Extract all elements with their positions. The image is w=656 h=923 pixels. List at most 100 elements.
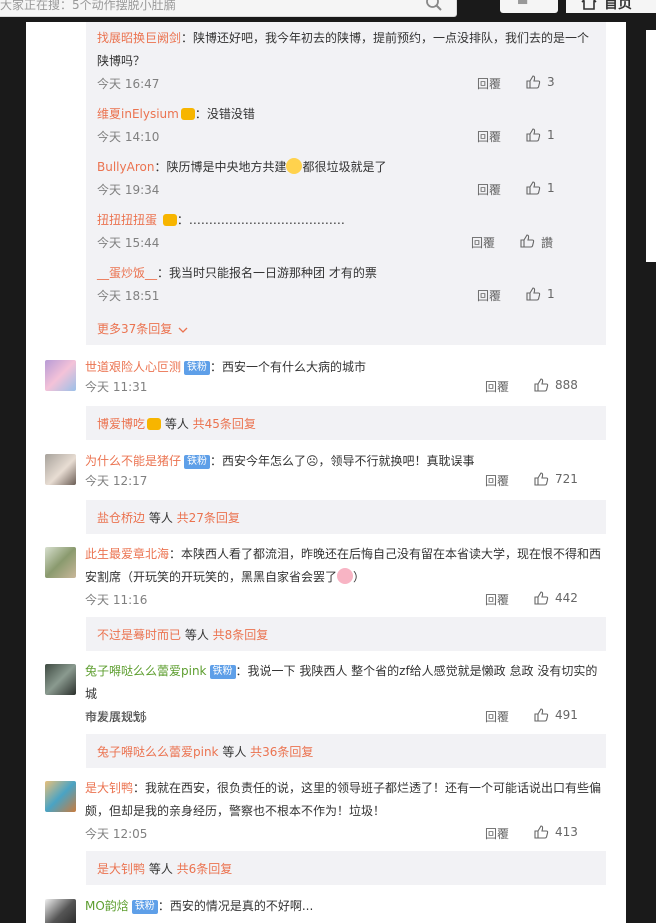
avatar[interactable] [45,899,76,923]
reply-username[interactable]: BullyAron [97,160,154,174]
vip-icon [162,214,177,226]
reply-time: 今天 15:44 [97,236,160,250]
reply-text: 我当时只能报名一日游那种团 才有的票 [169,266,377,280]
avatar[interactable] [45,781,76,812]
thumbs-up-icon[interactable] [533,377,549,393]
reply-item: 找展昭换巨阙剑：陕博还好吧，我今年初去的陕博，提前预约，一点没排队，我们去的是一… [97,27,597,97]
summary-count[interactable]: 共36条回复 [250,745,313,759]
right-edge-panel [646,30,656,262]
summary-username[interactable]: 博爱博吃 [97,417,145,431]
reply-button[interactable]: 回覆 [471,234,495,251]
reply-summary[interactable]: 博爱博吃 等人 共45条回复 [86,406,606,440]
like-count: 讚 [541,236,554,250]
like-count: 413 [555,825,578,839]
thumbs-up-icon[interactable] [525,74,541,90]
like-count: 1 [547,287,555,301]
comment-username[interactable]: 世道艰险人心叵测 [85,360,181,374]
summary-username[interactable]: 不过是蓦时而已 [97,628,181,642]
reply-button[interactable]: 回覆 [477,181,501,198]
reply-button[interactable]: 回覆 [477,287,501,304]
comment-text-cont: 安割席（开玩笑的开玩笑的，黑黑自家省会罢了 [85,570,338,584]
reply-button[interactable]: 回覆 [485,708,509,725]
home-label: 首页 [604,0,632,12]
comment-time: 今天 11:16 [85,593,148,607]
reply-item: 扭扭扭扭蛋 ：………………………………… 今天 15:44 回覆 讚 [97,213,554,251]
comment-text: 西安今年怎么了☹，领导不行就换吧！真耽误事 [222,454,475,468]
like-count: 3 [547,75,555,89]
thumbs-up-icon[interactable] [519,233,535,249]
comment-username[interactable]: 兔子嘚哒么么蕾爱pink [85,664,207,678]
comment-body: 是大钊鸭：我就在西安，很负责任的说，这里的领导班子都烂透了！还有一个可能话说出口… [85,777,605,841]
comment-username[interactable]: 是大钊鸭 [85,781,133,795]
reply-item: 维夏inElysium ：没错没错 今天 14:10 回覆 1 [97,107,555,145]
reply-username[interactable]: __蛋炒饭__ [97,266,157,280]
comment-username[interactable]: 为什么不能是猪仔 [85,454,181,468]
reply-summary[interactable]: 兔子嘚哒么么蕾爱pink 等人 共36条回复 [86,734,606,768]
summary-mid: 等人 [218,745,251,759]
reply-text: 都很垃圾就是了 [302,160,387,174]
topbar-button[interactable]: ▬ [500,0,558,13]
home-link[interactable]: 首页 [566,0,656,13]
reply-username[interactable]: 维夏inElysium [97,107,179,121]
reply-button[interactable]: 回覆 [477,128,501,145]
summary-mid: 等人 [161,417,193,431]
more-replies-link[interactable]: 更多37条回复 [97,320,188,337]
reply-button[interactable]: 回覆 [485,472,509,489]
comment-item: 兔子嘚哒么么蕾爱pink 铁粉 ：我说一下 我陕西人 整个省的zf给人感觉就是懒政 … [45,660,615,730]
summary-mid: 等人 [145,862,177,876]
summary-count[interactable]: 共27条回复 [177,511,240,525]
like-count: 1 [547,128,555,142]
fan-badge: 铁粉 [184,361,211,375]
search-box[interactable]: 大家正在搜：5个动作摆脱小肚腩 [0,0,457,17]
reply-button[interactable]: 回覆 [477,75,501,92]
reply-text-cont: 陕博吗？ [97,54,146,68]
thumbs-up-icon[interactable] [525,127,541,143]
comment-text: 我就在西安，很负责任的说，这里的领导班子都烂透了！还有一个可能话说出口有些偏 [145,781,602,795]
comment-time: 今天 11:31 [85,380,148,394]
search-icon[interactable] [425,0,443,12]
reply-summary[interactable]: 盐仓桥边 等人 共27条回复 [86,500,606,534]
comment-item: 为什么不能是猪仔 铁粉 ：西安今年怎么了☹，领导不行就换吧！真耽误事 今天 12:1… [45,450,615,495]
summary-count[interactable]: 共6条回复 [177,862,233,876]
avatar[interactable] [45,664,76,695]
reply-summary[interactable]: 不过是蓦时而已 等人 共8条回复 [86,617,606,651]
reply-item: __蛋炒饭__：我当时只能报名一日游那种团 才有的票 今天 18:51 回覆 1 [97,266,555,304]
thumbs-up-icon[interactable] [533,471,549,487]
thumbs-up-icon[interactable] [533,707,549,723]
thumbs-up-icon[interactable] [533,590,549,606]
thumbs-up-icon[interactable] [533,824,549,840]
search-placeholder[interactable]: 大家正在搜：5个动作摆脱小肚腩 [0,0,176,13]
chevron-down-icon [178,327,188,333]
reply-time: 今天 18:51 [97,289,160,303]
fan-badge: 铁粉 [131,900,158,914]
like-count: 888 [555,378,578,392]
avatar[interactable] [45,360,76,391]
reply-summary[interactable]: 是大钊鸭 等人 共6条回复 [86,851,606,885]
home-icon [581,0,597,10]
reply-username[interactable]: 扭扭扭扭蛋 [97,213,157,227]
reply-text: ………………………………… [188,213,345,227]
reply-time: 今天 14:10 [97,130,160,144]
summary-username[interactable]: 盐仓桥边 [97,511,145,525]
reply-button[interactable]: 回覆 [485,591,509,608]
comment-text: 本陕西人看了都流泪，昨晚还在后悔自己没有留在本省读大学，现在恨不得和西 [181,547,602,561]
summary-count[interactable]: 共8条回复 [213,628,269,642]
summary-mid: 等人 [181,628,213,642]
more-replies-label[interactable]: 更多37条回复 [97,322,172,336]
summary-count[interactable]: 共45条回复 [193,417,256,431]
avatar[interactable] [45,454,76,485]
like-count: 442 [555,591,578,605]
avatar[interactable] [45,547,76,578]
summary-username[interactable]: 是大钊鸭 [97,862,145,876]
comment-username[interactable]: MO韵焓 [85,899,129,913]
reply-button[interactable]: 回覆 [485,825,509,842]
thumbs-up-icon[interactable] [525,180,541,196]
reply-text: 陕历博是中央地方共建 [166,160,287,174]
comment-text: 西安的情况是真的不好啊... [169,899,314,913]
reply-username[interactable]: 找展昭换巨阙剑 [97,31,181,45]
comment-username[interactable]: 此生最爱章北海 [85,547,169,561]
summary-username[interactable]: 兔子嘚哒么么蕾爱pink [97,745,219,759]
reply-button[interactable]: 回覆 [485,378,509,395]
comment-time: 今天 12:17 [85,474,148,488]
thumbs-up-icon[interactable] [525,286,541,302]
